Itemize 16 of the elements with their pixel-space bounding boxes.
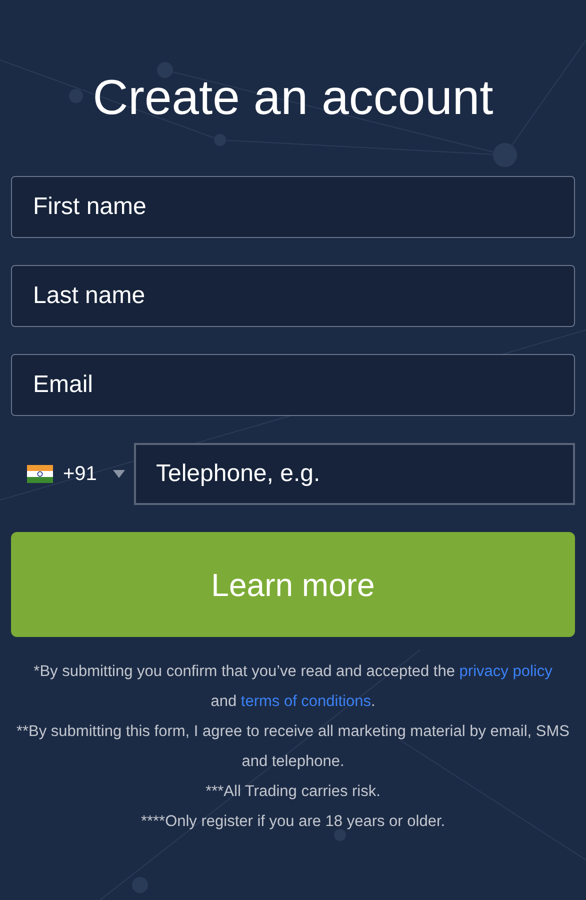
text-field[interactable]: First name [11, 176, 575, 238]
terms-link[interactable]: terms of conditions [240, 693, 371, 710]
privacy-policy-link[interactable]: privacy policy [459, 663, 552, 680]
flag-icon [27, 465, 53, 483]
disclaimer-text: ***All Trading carries risk. [206, 782, 380, 802]
text-field[interactable]: Email [11, 354, 575, 416]
consent-text: *By submitting you confirm that you’ve read and accepted the privacy policy and terms of conditions. [32, 662, 554, 712]
disclaimer-text: **By submitting this form, I agree to receive all marketing material by email, SMS and telephone. [15, 722, 571, 772]
caret-icon [112, 470, 125, 478]
disclaimer-text: ****Only register if you are 18 years or older. [140, 812, 446, 832]
telephone-field[interactable]: Telephone, e.g. [134, 443, 575, 505]
country-code-selector[interactable]: +91 [11, 459, 134, 489]
learn-more-button[interactable]: Learn more [11, 532, 575, 637]
page-title: Create an account [92, 70, 494, 126]
text-field[interactable]: Last name [11, 265, 575, 327]
country-code: +91 [63, 462, 97, 487]
